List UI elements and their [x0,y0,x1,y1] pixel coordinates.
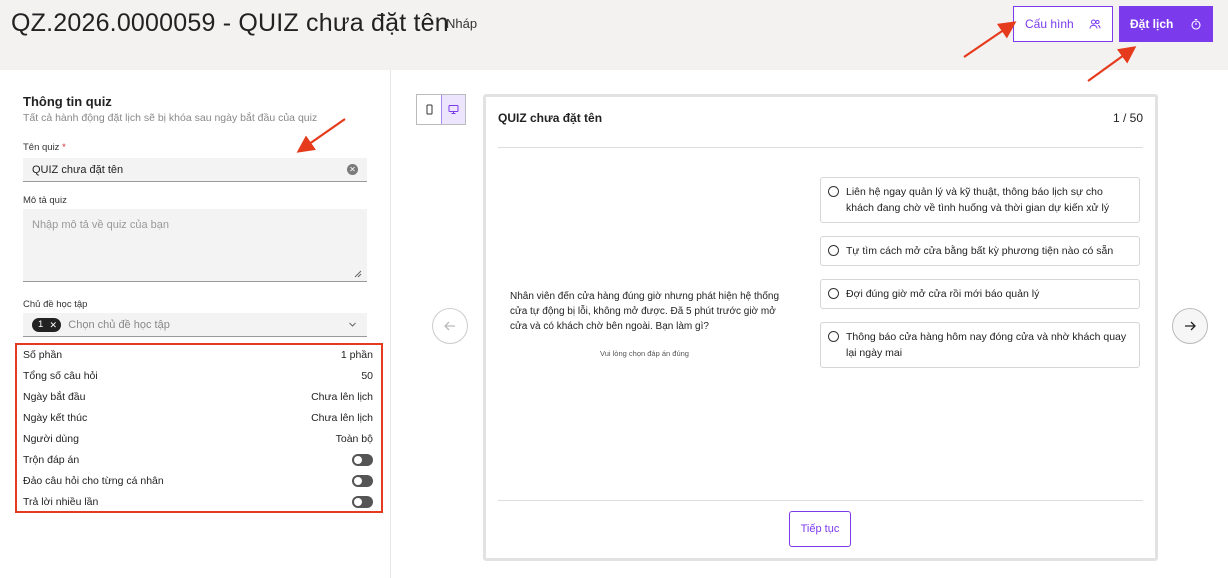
answer-option[interactable]: Tự tìm cách mở cửa bằng bất kỳ phương ti… [820,236,1140,266]
arrow-right-icon [1185,321,1196,331]
mobile-icon [426,104,432,115]
quiz-name-value: QUIZ chưa đặt tên [32,164,124,176]
stat-label: Ngày bắt đầu [23,391,86,403]
stat-label: Số phần [23,349,63,361]
toggle-label: Trộn đáp án [23,454,80,466]
quiz-name-label: Tên quiz * [23,142,66,153]
answer-text: Liên hệ ngay quản lý và kỹ thuật, thông … [846,186,1110,214]
divider [498,500,1143,501]
config-button-label: Cấu hình [1025,17,1074,31]
quiz-stats-box: Số phần 1 phần Tổng số câu hỏi 50 Ngày b… [15,343,383,513]
toggle-row-shuffle-answers: Trộn đáp án [23,451,373,469]
divider [498,147,1143,148]
quiz-desc-textarea[interactable]: Nhập mô tả về quiz của bạn [23,209,367,282]
stat-value: Chưa lên lịch [311,391,373,403]
answer-text: Thông báo cửa hàng hôm nay đóng cửa và n… [846,331,1127,359]
multiple-attempts-toggle[interactable] [352,496,373,508]
quiz-info-panel: Thông tin quiz Tất cả hành động đặt lịch… [0,70,391,578]
stat-value: 50 [361,370,373,382]
section-subtitle: Tất cả hành động đặt lịch sẽ bị khóa sau… [23,112,318,124]
preview-area: QUIZ chưa đặt tên 1 / 50 Nhân viên đến c… [392,70,1228,578]
answer-option[interactable]: Liên hệ ngay quản lý và kỹ thuật, thông … [820,177,1140,223]
toggle-row-multiple-attempts: Trả lời nhiều lần [23,493,373,511]
topic-label: Chủ đề học tập [23,299,88,310]
device-view-toggle [416,94,466,125]
stat-row: Ngày kết thúc Chưa lên lịch [23,409,373,427]
clear-icon[interactable]: ✕ [347,164,358,175]
continue-button[interactable]: Tiếp tục [789,511,851,547]
quiz-name-input[interactable]: QUIZ chưa đặt tên ✕ [23,158,367,182]
prev-question-button[interactable] [432,308,468,344]
toggle-label: Đảo câu hỏi cho từng cá nhân [23,475,164,487]
answer-option[interactable]: Đợi đúng giờ mở cửa rồi mới báo quản lý [820,279,1140,309]
page-title: QZ.2026.0000059 - QUIZ chưa đặt tên [11,9,449,37]
stat-label: Ngày kết thúc [23,412,88,424]
toggle-row-shuffle-questions: Đảo câu hỏi cho từng cá nhân [23,472,373,490]
section-title: Thông tin quiz [23,94,112,109]
mobile-view-button[interactable] [417,95,441,124]
radio-button[interactable] [828,288,839,299]
answer-option[interactable]: Thông báo cửa hàng hôm nay đóng cửa và n… [820,322,1140,368]
stat-row: Số phần 1 phần [23,346,373,364]
stat-row: Ngày bắt đầu Chưa lên lịch [23,388,373,406]
stat-value: Chưa lên lịch [311,412,373,424]
answer-text: Đợi đúng giờ mở cửa rồi mới báo quản lý [846,288,1040,300]
status-badge: Nháp [446,16,478,31]
schedule-button-label: Đặt lịch [1130,17,1174,31]
next-question-button[interactable] [1172,308,1208,344]
topic-count: 1 [38,319,44,330]
quiz-desc-placeholder: Nhập mô tả về quiz của bạn [32,219,169,231]
chevron-down-icon [349,322,356,327]
shuffle-answers-toggle[interactable] [352,454,373,466]
topic-count-tag: 1 ✕ [32,317,62,332]
topic-placeholder: Chọn chủ đề học tập [68,318,170,331]
answer-text: Tự tìm cách mở cửa bằng bất kỳ phương ti… [846,245,1114,257]
question-counter: 1 / 50 [1112,111,1143,125]
stat-label: Tổng số câu hỏi [23,370,98,382]
schedule-button[interactable]: Đặt lịch [1119,6,1213,42]
stat-value: Toàn bộ [335,433,373,445]
preview-title: QUIZ chưa đặt tên [498,111,603,125]
timer-icon [1191,18,1201,30]
question-text: Nhân viên đến cửa hàng đúng giờ nhưng ph… [510,291,780,332]
desktop-view-button[interactable] [441,95,465,124]
answer-hint: Vui lòng chọn đáp án đúng [600,349,689,358]
radio-button[interactable] [828,331,839,342]
radio-button[interactable] [828,245,839,256]
quiz-desc-label: Mô tả quiz [23,195,67,206]
topic-select[interactable]: 1 ✕ Chọn chủ đề học tập [23,313,367,337]
stat-row: Người dùng Toàn bộ [23,430,373,448]
toggle-label: Trả lời nhiều lần [23,496,99,508]
quiz-preview-card: QUIZ chưa đặt tên 1 / 50 Nhân viên đến c… [483,94,1158,561]
config-button[interactable]: Cấu hình [1013,6,1113,42]
radio-button[interactable] [828,186,839,197]
resize-handle-icon[interactable] [353,269,362,278]
arrow-left-icon [444,321,455,331]
stat-value: 1 phần [340,349,373,361]
page-header: QZ.2026.0000059 - QUIZ chưa đặt tên Nháp… [0,0,1228,70]
users-icon [1089,19,1101,29]
tag-close-icon[interactable]: ✕ [48,320,58,330]
stat-label: Người dùng [23,433,79,445]
required-mark: * [62,142,66,153]
desktop-icon [448,105,459,114]
shuffle-questions-toggle[interactable] [352,475,373,487]
stat-row: Tổng số câu hỏi 50 [23,367,373,385]
